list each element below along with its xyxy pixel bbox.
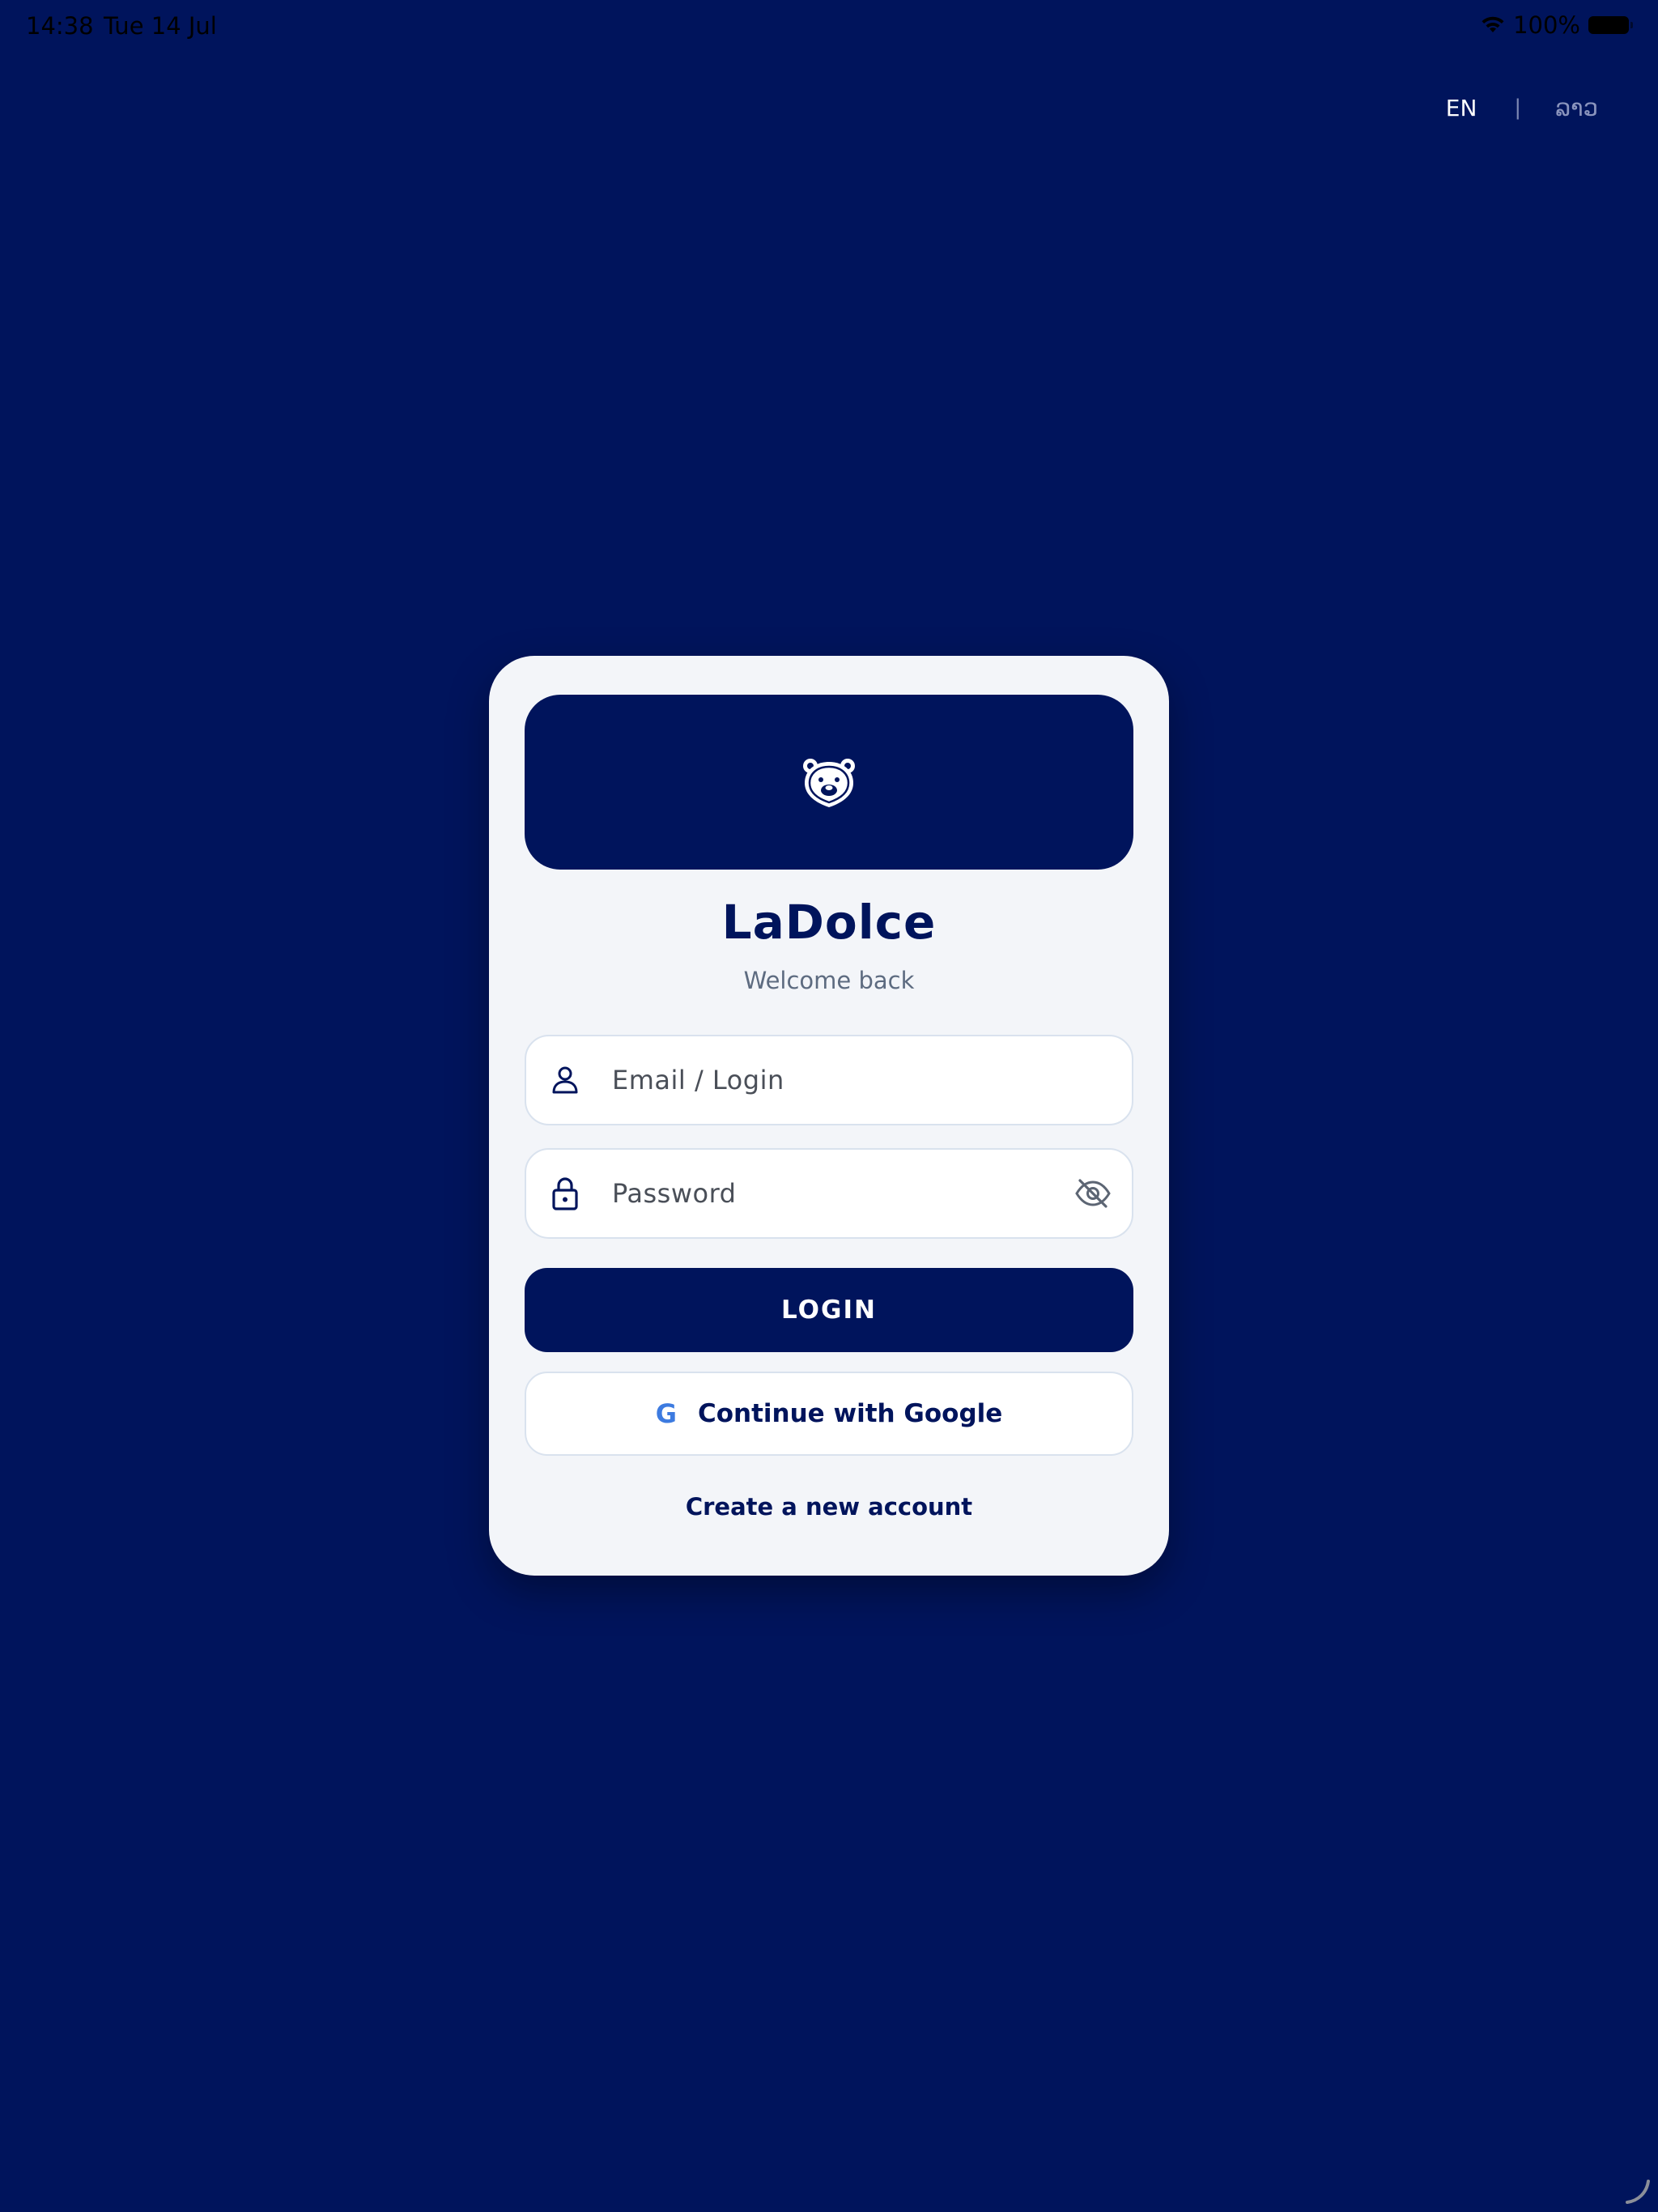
user-icon (549, 1062, 581, 1098)
bear-logo-icon (803, 759, 855, 807)
language-switcher: EN | ລາວ (1446, 94, 1598, 121)
app-title: LaDolce (721, 895, 937, 950)
logo-banner (525, 695, 1133, 870)
google-icon: G (655, 1398, 677, 1429)
language-separator: | (1514, 96, 1522, 120)
create-account-link[interactable]: Create a new account (489, 1493, 1169, 1521)
login-card: LaDolce Welcome back Email / Login LOGIN… (489, 656, 1169, 1576)
login-button[interactable]: LOGIN (525, 1268, 1133, 1352)
language-option-en[interactable]: EN (1446, 95, 1477, 121)
app-subtitle: Welcome back (743, 967, 915, 994)
status-date: Tue 14 Jul (104, 12, 217, 40)
google-signin-label: Continue with Google (697, 1399, 1003, 1428)
password-field[interactable] (525, 1148, 1133, 1239)
password-input[interactable] (612, 1178, 1065, 1209)
status-bar: 14:38 Tue 14 Jul 100% (0, 0, 1658, 52)
status-time: 14:38 (26, 12, 94, 40)
wifi-icon (1482, 16, 1504, 32)
email-input[interactable] (612, 1065, 1065, 1095)
email-field[interactable] (525, 1035, 1133, 1125)
eye-off-icon[interactable] (1073, 1174, 1112, 1213)
google-signin-button[interactable]: G Continue with Google (525, 1372, 1133, 1456)
lock-icon (549, 1176, 581, 1211)
battery-percentage: 100% (1513, 11, 1580, 39)
battery-icon (1588, 16, 1633, 34)
resize-handle-icon (1626, 2180, 1650, 2204)
login-screen: 14:38 Tue 14 Jul 100% EN | ລາວ LaDolce W… (0, 0, 1658, 2212)
status-indicators: 100% (1481, 11, 1633, 39)
language-option-lao[interactable]: ລາວ (1555, 94, 1598, 121)
